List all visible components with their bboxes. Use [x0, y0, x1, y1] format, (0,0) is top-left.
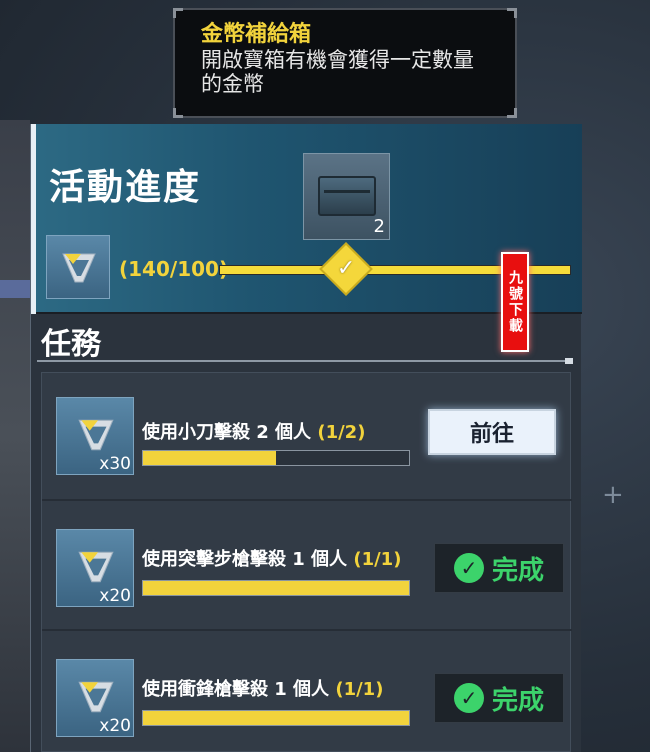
task-description-text: 使用突擊步槍擊殺 1 個人 — [142, 549, 348, 570]
background-left-strip — [0, 120, 30, 752]
event-progress-count: (140/100) — [119, 257, 229, 281]
task-reward-count: x20 — [99, 716, 131, 736]
checkmark-icon: ✓ — [336, 256, 356, 281]
task-complete-badge: ✓ 完成 — [434, 543, 564, 593]
task-reward-icon: x20 — [56, 529, 134, 607]
go-button[interactable]: 前往 — [428, 409, 556, 455]
tasks-title: 任務 — [41, 327, 101, 362]
task-complete-badge: ✓ 完成 — [434, 673, 564, 723]
task-description-text: 使用衝鋒槍擊殺 1 個人 — [142, 679, 330, 700]
event-panel: 活動進度 2 (140/100) ✓ 九號下載 任務 x30 使用小刀擊殺 2 … — [30, 124, 582, 752]
supply-crate-icon — [318, 176, 376, 216]
check-circle-icon: ✓ — [453, 553, 484, 583]
tooltip-corner — [173, 108, 183, 118]
item-tooltip: 金幣補給箱 開啟寶箱有機會獲得一定數量的金幣 — [173, 8, 517, 118]
task-progress-text: (1/1) — [353, 549, 402, 570]
task-row: x30 使用小刀擊殺 2 個人 (1/2) 前往 — [42, 373, 572, 501]
task-row: x20 使用突擊步槍擊殺 1 個人 (1/1) ✓ 完成 — [42, 503, 572, 631]
task-progress-bar — [142, 580, 410, 596]
reward-crate[interactable]: 2 — [303, 153, 390, 240]
task-progress-fill — [143, 451, 276, 465]
task-progress-bar — [142, 710, 410, 726]
tooltip-title: 金幣補給箱 — [201, 22, 312, 47]
task-complete-label: 完成 — [491, 685, 544, 716]
task-list: x30 使用小刀擊殺 2 個人 (1/2) 前往 x20 使用突擊步槍擊殺 1 … — [41, 372, 572, 752]
task-complete-label: 完成 — [491, 555, 544, 586]
task-progress-fill — [143, 581, 409, 595]
milestone-marker[interactable]: ✓ — [319, 242, 373, 296]
reward-crate-count: 2 — [373, 216, 385, 237]
task-reward-icon: x30 — [56, 397, 134, 475]
task-reward-count: x20 — [99, 586, 131, 606]
event-progress-header: 活動進度 2 (140/100) ✓ 九號下載 — [31, 124, 582, 352]
tooltip-corner — [507, 8, 517, 18]
task-progress-bar — [142, 450, 410, 466]
task-description: 使用突擊步槍擊殺 1 個人 (1/1) — [142, 545, 401, 571]
task-description: 使用小刀擊殺 2 個人 (1/2) — [142, 418, 365, 444]
header-accent-bar — [31, 124, 36, 314]
task-description: 使用衝鋒槍擊殺 1 個人 (1/1) — [142, 675, 383, 701]
task-reward-count: x30 — [99, 454, 131, 474]
plus-icon: + — [602, 480, 624, 510]
task-progress-fill — [143, 711, 409, 725]
task-row: x20 使用衝鋒槍擊殺 1 個人 (1/1) ✓ 完成 — [42, 633, 572, 752]
tooltip-corner — [173, 8, 183, 18]
task-progress-text: (1/1) — [335, 679, 384, 700]
task-reward-icon: x20 — [56, 659, 134, 737]
event-progress-title: 活動進度 — [49, 167, 202, 208]
tooltip-description: 開啟寶箱有機會獲得一定數量的金幣 — [201, 48, 474, 96]
tasks-divider — [37, 358, 573, 364]
task-progress-text: (1/2) — [317, 422, 366, 443]
task-description-text: 使用小刀擊殺 2 個人 — [142, 422, 312, 443]
background-left-stripe — [0, 280, 30, 298]
tooltip-corner — [507, 108, 517, 118]
event-token-icon — [46, 235, 110, 299]
check-circle-icon: ✓ — [453, 683, 484, 713]
watermark-stamp: 九號下載 — [501, 252, 529, 352]
